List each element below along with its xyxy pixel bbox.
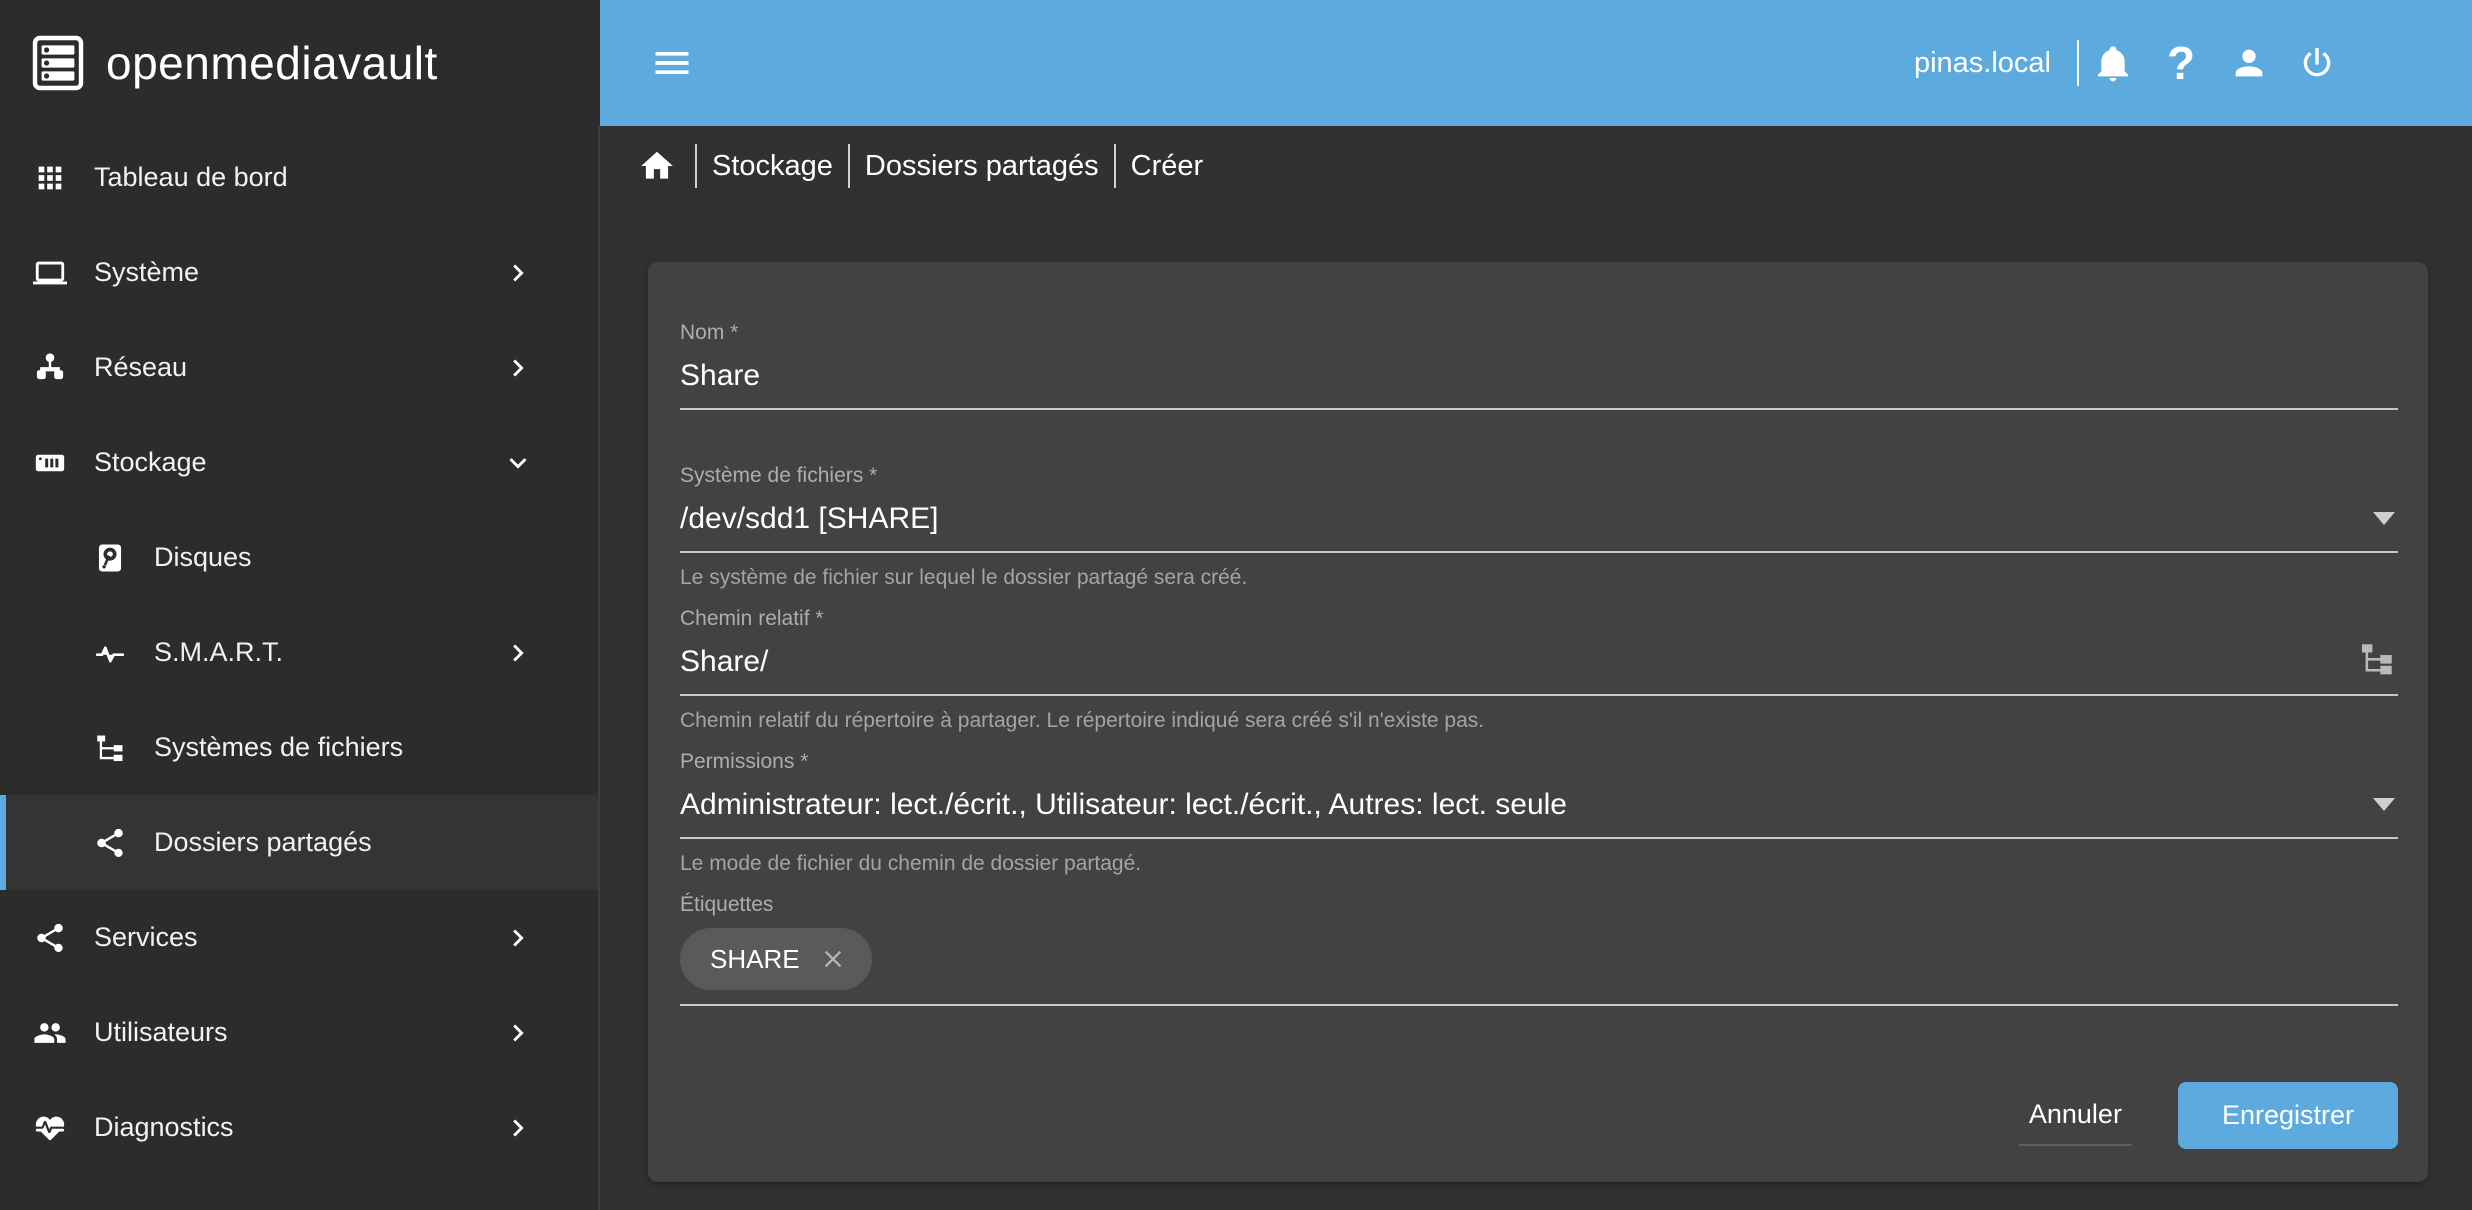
form-actions: Annuler Enregistrer [2019, 1082, 2398, 1149]
sidebar-item-label: Services [94, 922, 198, 953]
hostname: pinas.local [1914, 47, 2051, 80]
field-label: Chemin relatif * [680, 606, 2398, 632]
save-button[interactable]: Enregistrer [2178, 1082, 2398, 1149]
tag-chip-label: SHARE [710, 944, 800, 975]
breadcrumb-item-stockage[interactable]: Stockage [712, 150, 833, 183]
permissions-field: Permissions * Administrateur: lect./écrit… [680, 749, 2398, 877]
sidebar-nav: Tableau de bord Système Réseau Stockage Disq… [0, 126, 600, 1210]
sidebar-item-tableau-de-bord[interactable]: Tableau de bord [0, 130, 598, 225]
field-value: Share/ [680, 645, 768, 678]
breadcrumb-item-dossiers-partages[interactable]: Dossiers partagés [865, 150, 1099, 183]
topbar-right: pinas.local ? [1914, 29, 2472, 97]
chevron-right-icon [498, 253, 538, 293]
field-hint: Le mode de fichier du chemin de dossier … [680, 851, 2398, 877]
field-value: Administrateur: lect./écrit., Utilisateu… [680, 788, 1567, 821]
form-card: Nom * Share Système de fichiers * /dev/sdd1… [648, 262, 2428, 1182]
topbar: pinas.local ? [600, 0, 2472, 126]
dashboard-icon [30, 158, 70, 198]
share-icon [90, 823, 130, 863]
sidebar-item-disques[interactable]: Disques [0, 510, 598, 605]
nas-icon [30, 443, 70, 483]
power-icon[interactable] [2283, 29, 2351, 97]
home-icon[interactable] [634, 143, 680, 189]
sidebar-item-label: Systèmes de fichiers [154, 732, 403, 763]
brand-title: openmediavault [106, 36, 438, 90]
name-field: Nom * Share [680, 320, 2398, 410]
sidebar-item-diagnostics[interactable]: Diagnostics [0, 1080, 598, 1175]
chip-remove-icon[interactable] [818, 944, 848, 974]
sidebar-item-label: S.M.A.R.T. [154, 637, 283, 668]
cancel-button[interactable]: Annuler [2019, 1085, 2132, 1146]
dropdown-arrow-icon [2373, 512, 2395, 525]
network-icon [30, 348, 70, 388]
sidebar-item-utilisateurs[interactable]: Utilisateurs [0, 985, 598, 1080]
sidebar-item-reseau[interactable]: Réseau [0, 320, 598, 415]
tags-field: Étiquettes SHARE [680, 892, 2398, 1006]
field-label: Système de fichiers * [680, 463, 2398, 489]
sidebar-item-systemes-de-fichiers[interactable]: Systèmes de fichiers [0, 700, 598, 795]
filesystem-field: Système de fichiers * /dev/sdd1 [SHARE] Le… [680, 463, 2398, 591]
sidebar-item-label: Dossiers partagés [154, 827, 372, 858]
relative-path-field: Chemin relatif * Share/Chemin relatif du … [680, 606, 2398, 734]
breadcrumb: Stockage Dossiers partagés Créer [600, 126, 2472, 206]
dropdown-arrow-icon [2373, 798, 2395, 811]
sidebar-item-label: Réseau [94, 352, 187, 383]
breadcrumb-separator [695, 144, 697, 188]
share-icon [30, 918, 70, 958]
sidebar-item-label: Disques [154, 542, 252, 573]
field-label: Nom * [680, 320, 2398, 346]
sidebar-item-label: Diagnostics [94, 1112, 234, 1143]
laptop-icon [30, 253, 70, 293]
sidebar-item-label: Système [94, 257, 199, 288]
users-icon [30, 1013, 70, 1053]
heart-pulse-icon [30, 1108, 70, 1148]
sidebar-item-services[interactable]: Services [0, 890, 598, 985]
folder-browser-icon[interactable] [2358, 640, 2396, 678]
chevron-down-icon [498, 443, 538, 483]
field-value: /dev/sdd1 [SHARE] [680, 502, 938, 535]
tag-chip[interactable]: SHARE [680, 928, 872, 990]
relative-path-input[interactable]: Share/ [680, 642, 2398, 696]
user-icon[interactable] [2215, 29, 2283, 97]
sidebar-item-s-m-a-r-t[interactable]: S.M.A.R.T. [0, 605, 598, 700]
chevron-right-icon [498, 348, 538, 388]
sidebar-item-label: Stockage [94, 447, 207, 478]
sidebar-item-dossiers-partages[interactable]: Dossiers partagés [0, 795, 598, 890]
breadcrumb-separator [1114, 144, 1116, 188]
sidebar-item-systeme[interactable]: Système [0, 225, 598, 320]
sidebar-item-label: Tableau de bord [94, 162, 288, 193]
chevron-right-icon [498, 918, 538, 958]
chevron-right-icon [498, 1013, 538, 1053]
tags-input[interactable]: SHARE [680, 928, 2398, 1006]
field-label: Étiquettes [680, 892, 2398, 918]
chevron-right-icon [498, 633, 538, 673]
form-fields: Nom * Share Système de fichiers * /dev/sdd1… [680, 320, 2398, 1006]
filesystem-select[interactable]: /dev/sdd1 [SHARE] [680, 499, 2398, 553]
field-hint: Le système de fichier sur lequel le doss… [680, 565, 2398, 591]
field-hint: Chemin relatif du répertoire à partager.… [680, 708, 2398, 734]
openmediavault-logo-icon [32, 35, 84, 91]
harddisk-icon [90, 538, 130, 578]
file-tree-icon [90, 728, 130, 768]
field-label: Permissions * [680, 749, 2398, 775]
help-icon[interactable]: ? [2147, 29, 2215, 97]
brand: openmediavault [0, 0, 600, 126]
permissions-select[interactable]: Administrateur: lect./écrit., Utilisateu… [680, 785, 2398, 839]
chevron-right-icon [498, 1108, 538, 1148]
field-value: Share [680, 359, 760, 392]
sidebar-item-label: Utilisateurs [94, 1017, 228, 1048]
sidebar-item-stockage[interactable]: Stockage [0, 415, 598, 510]
pulse-icon [90, 633, 130, 673]
notifications-bell-icon[interactable] [2079, 29, 2147, 97]
name-input[interactable]: Share [680, 356, 2398, 410]
menu-icon[interactable] [638, 29, 706, 97]
breadcrumb-item-creer[interactable]: Créer [1131, 150, 1204, 183]
breadcrumb-separator [848, 144, 850, 188]
